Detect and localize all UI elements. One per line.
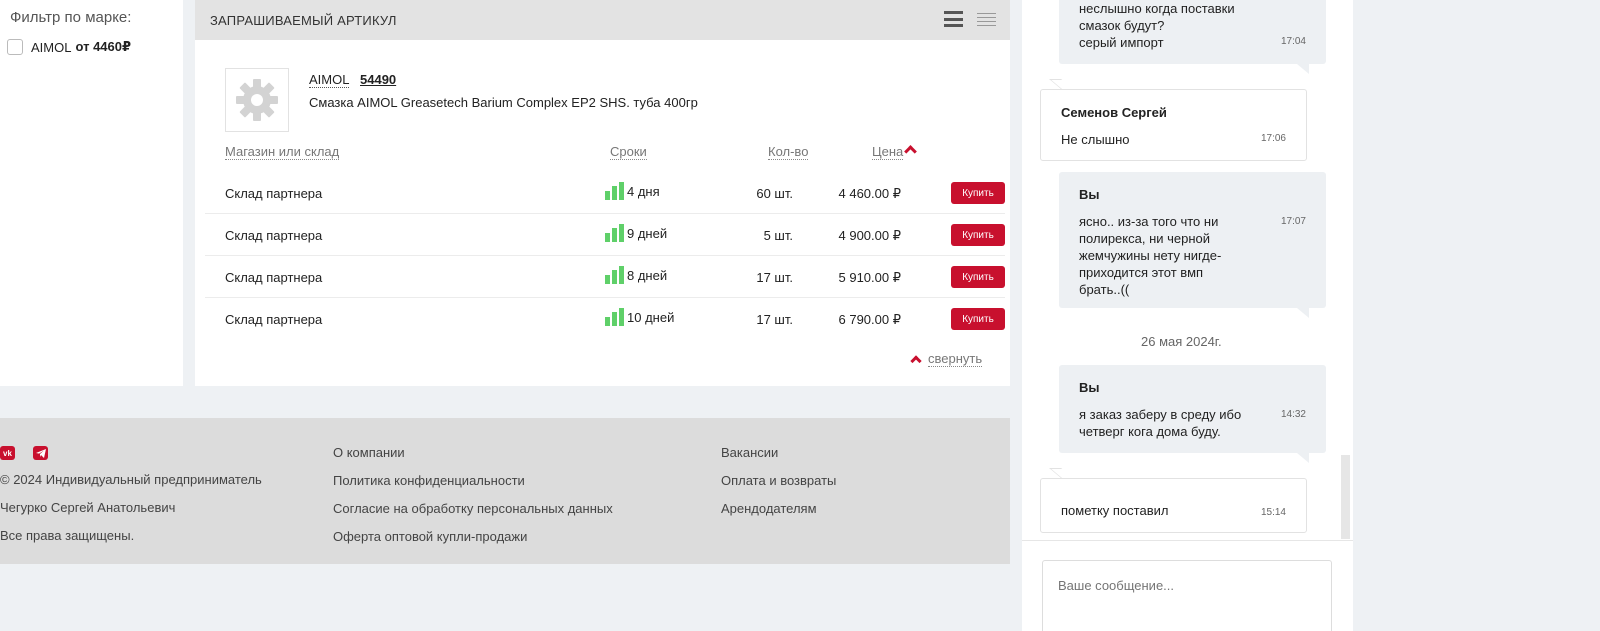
footer-links-company: О компании Политика конфиденциальности С… bbox=[333, 445, 613, 545]
footer-link-landlords[interactable]: Арендодателям bbox=[721, 501, 836, 517]
availability-bars-icon bbox=[605, 308, 624, 326]
footer-text: Все права защищены. bbox=[0, 528, 135, 543]
footer-links-info: Вакансии Оплата и возвраты Арендодателям bbox=[721, 445, 836, 517]
table-row: Склад партнера 8 дней 17 шт. 5 910.00 ₽ … bbox=[205, 256, 1005, 298]
row-term: 9 дней bbox=[605, 224, 667, 242]
message-input[interactable] bbox=[1042, 560, 1332, 631]
message-time: 17:04 bbox=[1280, 36, 1306, 47]
message-author: Вы bbox=[1079, 187, 1100, 202]
buy-button[interactable]: Купить bbox=[951, 182, 1005, 204]
filter-price-label: 4460₽ bbox=[93, 39, 132, 54]
telegram-icon[interactable] bbox=[33, 446, 48, 460]
row-price: 6 790.00 ₽ bbox=[838, 312, 902, 327]
product-code-link[interactable]: 54490 bbox=[360, 72, 396, 87]
column-price-sort[interactable]: Цена bbox=[872, 144, 904, 160]
buy-button[interactable]: Купить bbox=[951, 224, 1005, 246]
footer-link-privacy[interactable]: Политика конфиденциальности bbox=[333, 473, 613, 489]
site-footer: vk © 2024 Индивидуальный предприниматель… bbox=[0, 418, 1010, 564]
view-switcher bbox=[944, 11, 996, 27]
message-author: Вы bbox=[1079, 380, 1100, 395]
compact-view-icon[interactable] bbox=[977, 11, 996, 27]
row-store: Склад партнера bbox=[225, 270, 323, 285]
chat-message-outgoing: Вы ясно.. из-за того что ни полирекса, н… bbox=[1059, 172, 1326, 308]
row-price: 5 910.00 ₽ bbox=[838, 270, 902, 285]
filter-item-aimol[interactable]: AIMOL от 4460₽ bbox=[7, 39, 131, 55]
chat-message-outgoing: неслышно когда поставки смазок будут? се… bbox=[1059, 0, 1326, 64]
requested-article-panel: ЗАПРАШИВАЕМЫЙ АРТИКУЛ AIMOL 54490 Смазка… bbox=[195, 0, 1010, 386]
row-term: 8 дней bbox=[605, 266, 667, 284]
chat-message-incoming: Семенов Сергей Не слышно 17:06 bbox=[1040, 89, 1307, 161]
message-time: 17:07 bbox=[1280, 216, 1306, 227]
panel-title: ЗАПРАШИВАЕМЫЙ АРТИКУЛ bbox=[210, 12, 397, 28]
availability-bars-icon bbox=[605, 224, 624, 242]
row-qty: 17 шт. bbox=[756, 312, 793, 327]
buy-button[interactable]: Купить bbox=[951, 308, 1005, 330]
table-row: Склад партнера 4 дня 60 шт. 4 460.00 ₽ К… bbox=[205, 172, 1005, 214]
list-view-icon[interactable] bbox=[944, 11, 963, 27]
sort-asc-icon[interactable] bbox=[904, 145, 917, 158]
filter-checkbox[interactable] bbox=[7, 39, 23, 55]
footer-link-offer[interactable]: Оферта оптовой купли-продажи bbox=[333, 529, 613, 545]
row-qty: 5 шт. bbox=[763, 228, 793, 243]
availability-bars-icon bbox=[605, 266, 624, 284]
collapse-link[interactable]: свернуть bbox=[910, 351, 983, 367]
chat-date-separator: 26 мая 2024г. bbox=[1141, 334, 1222, 349]
table-row: Склад партнера 9 дней 5 шт. 4 900.00 ₽ К… bbox=[205, 214, 1005, 256]
composer-divider bbox=[1022, 540, 1353, 541]
footer-copyright: © 2024 Индивидуальный предприниматель Че… bbox=[0, 472, 262, 544]
message-time: 17:06 bbox=[1260, 133, 1286, 144]
filter-title: Фильтр по марке: bbox=[10, 9, 132, 26]
message-tail bbox=[1297, 453, 1309, 463]
chat-message-outgoing: Вы я заказ заберу в среду ибо четверг ко… bbox=[1059, 365, 1326, 453]
column-store-sort[interactable]: Магазин или склад bbox=[225, 144, 340, 160]
footer-link-vacancies[interactable]: Вакансии bbox=[721, 445, 836, 461]
row-price: 4 900.00 ₽ bbox=[838, 228, 902, 243]
social-links: vk bbox=[0, 446, 48, 460]
availability-bars-icon bbox=[605, 182, 624, 200]
chevron-up-icon bbox=[910, 355, 922, 367]
footer-link-consent[interactable]: Согласие на обработку персональных данны… bbox=[333, 501, 613, 517]
row-store: Склад партнера bbox=[225, 312, 323, 327]
message-tail bbox=[1297, 64, 1309, 74]
message-tail bbox=[1297, 308, 1309, 318]
chat-message-incoming: пометку поставил 15:14 bbox=[1040, 478, 1307, 533]
product-brand-link[interactable]: AIMOL bbox=[309, 72, 350, 88]
footer-text: © 2024 Индивидуальный предприниматель bbox=[0, 472, 262, 487]
chat-scrollbar[interactable] bbox=[1341, 455, 1350, 539]
panel-header: ЗАПРАШИВАЕМЫЙ АРТИКУЛ bbox=[195, 0, 1010, 40]
footer-text: Чегурко Сергей Анатольевич bbox=[0, 500, 176, 515]
row-price: 4 460.00 ₽ bbox=[838, 186, 902, 201]
column-qty-sort[interactable]: Кол-во bbox=[768, 144, 809, 160]
row-qty: 17 шт. bbox=[756, 270, 793, 285]
message-author: Семенов Сергей bbox=[1061, 105, 1167, 120]
vk-icon[interactable]: vk bbox=[0, 446, 15, 460]
table-row: Склад партнера 10 дней 17 шт. 6 790.00 ₽… bbox=[205, 298, 1005, 340]
row-term: 4 дня bbox=[605, 182, 660, 200]
footer-link-payment[interactable]: Оплата и возвраты bbox=[721, 473, 836, 489]
row-term: 10 дней bbox=[605, 308, 674, 326]
product-image-placeholder bbox=[225, 68, 289, 132]
column-term-sort[interactable]: Сроки bbox=[610, 144, 647, 160]
gear-icon bbox=[236, 79, 278, 121]
footer-link-about[interactable]: О компании bbox=[333, 445, 613, 461]
row-qty: 60 шт. bbox=[756, 186, 793, 201]
filter-from-label: от bbox=[75, 39, 90, 54]
product-name: Смазка AIMOL Greasetech Barium Complex E… bbox=[309, 95, 698, 110]
message-time: 14:32 bbox=[1280, 409, 1306, 420]
row-store: Склад партнера bbox=[225, 228, 323, 243]
buy-button[interactable]: Купить bbox=[951, 266, 1005, 288]
brand-filter-panel: Фильтр по марке: AIMOL от 4460₽ bbox=[0, 0, 183, 386]
row-store: Склад партнера bbox=[225, 186, 323, 201]
message-time: 15:14 bbox=[1260, 507, 1286, 518]
filter-brand-label: AIMOL bbox=[31, 39, 72, 55]
